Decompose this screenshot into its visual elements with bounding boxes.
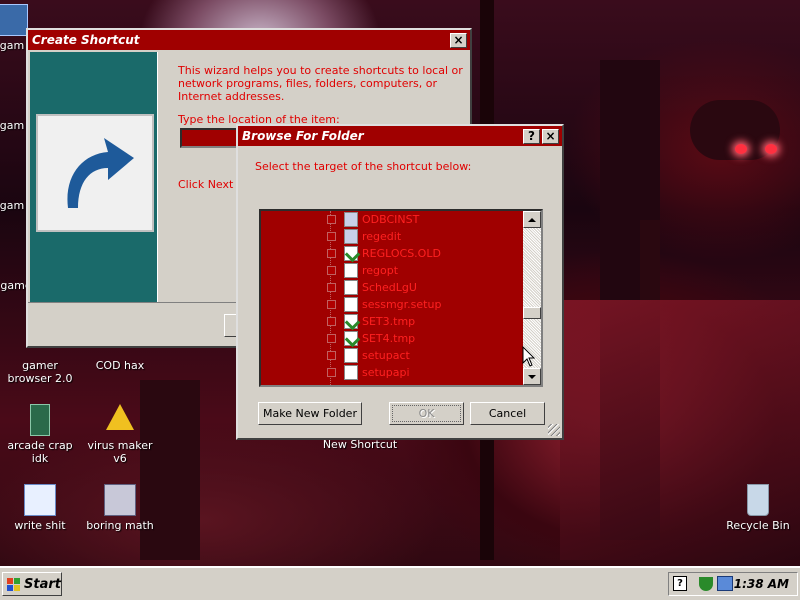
desktop-icon-label: gamer browser 2.0 (7, 359, 73, 385)
help-button[interactable]: ? (523, 128, 540, 144)
chevron-down-icon (528, 374, 536, 379)
browse-prompt: Select the target of the shortcut below: (255, 160, 472, 173)
settings-file-icon (344, 212, 358, 227)
expand-icon (327, 266, 336, 275)
warning-icon (106, 404, 134, 430)
expand-icon (327, 232, 336, 241)
checked-file-icon (344, 246, 358, 261)
desktop-icon-label: Recycle Bin (726, 519, 790, 532)
book-icon (30, 404, 50, 436)
scroll-thumb[interactable] (523, 307, 541, 319)
desktop-icon-label: write shit (14, 519, 66, 532)
folder-tree[interactable]: ODBCINST regedit REGLOCS.OLD regopt Sche… (259, 209, 543, 387)
shortcut-arrow-icon (36, 114, 154, 232)
document-icon (344, 297, 358, 312)
list-item-label: SET3.tmp (362, 315, 416, 328)
document-icon (344, 280, 358, 295)
help-icon: ? (677, 578, 683, 589)
desktop-icon-label: gam (0, 199, 25, 212)
taskbar: Start ? 1:38 AM (0, 566, 800, 600)
list-item-label: sessmgr.setup (362, 298, 442, 311)
list-item[interactable]: regedit (327, 228, 401, 245)
scroll-up-button[interactable] (523, 211, 541, 228)
mouse-cursor-icon (522, 346, 536, 367)
desktop-icon-label: gam (0, 119, 25, 132)
desktop-icon-label: arcade crap idk (7, 439, 73, 465)
expand-icon (327, 249, 336, 258)
system-tray: ? 1:38 AM (668, 572, 798, 596)
list-item-label: setupact (362, 349, 410, 362)
expand-icon (327, 334, 336, 343)
list-item[interactable]: setupact (327, 347, 410, 364)
wizard-intro: This wizard helps you to create shortcut… (178, 64, 463, 103)
list-item-label: ODBCINST (362, 213, 420, 226)
list-item-label: SET4.tmp (362, 332, 416, 345)
desktop-icon-recycle-bin[interactable]: Recycle Bin (718, 484, 798, 532)
calculator-icon (104, 484, 136, 516)
folder-icon (0, 4, 28, 36)
list-item[interactable]: ODBCINST (327, 211, 419, 228)
document-icon (344, 348, 358, 363)
expand-icon (327, 215, 336, 224)
list-item[interactable]: sessmgr.setup (327, 296, 441, 313)
list-item[interactable]: SET3.tmp (327, 313, 415, 330)
resize-grip-icon[interactable] (548, 424, 560, 436)
list-item[interactable]: REGLOCS.OLD (327, 245, 441, 262)
help-tray-button[interactable]: ? (673, 576, 687, 591)
start-button[interactable]: Start (2, 572, 62, 596)
wordpad-icon (24, 484, 56, 516)
expand-icon (327, 300, 336, 309)
list-item-label: regopt (362, 264, 399, 277)
desktop-icon-label: gam (0, 39, 25, 52)
regedit-icon (344, 229, 358, 244)
browse-folder-title: Browse For Folder (242, 129, 364, 143)
expand-icon (327, 351, 336, 360)
location-input[interactable] (180, 128, 240, 148)
expand-icon (327, 317, 336, 326)
network-icon[interactable] (717, 576, 733, 591)
desktop-icon-label: COD hax (95, 359, 145, 372)
create-shortcut-titlebar[interactable]: Create Shortcut × (28, 30, 470, 50)
create-shortcut-title: Create Shortcut (32, 33, 140, 47)
tree-items: ODBCINST regedit REGLOCS.OLD regopt Sche… (261, 211, 523, 385)
clock[interactable]: 1:38 AM (734, 577, 789, 591)
close-icon: × (545, 129, 556, 143)
checked-file-icon (344, 314, 358, 329)
desktop-icon-write-shit[interactable]: write shit (0, 484, 80, 532)
cancel-button[interactable]: Cancel (470, 402, 545, 425)
browse-folder-window: Browse For Folder ? × Select the target … (236, 124, 564, 440)
desktop-icon-arcade-crap[interactable]: arcade crap idk (0, 404, 80, 465)
windows-logo-icon (7, 577, 20, 591)
chevron-up-icon (528, 217, 536, 222)
browse-folder-titlebar[interactable]: Browse For Folder ? × (238, 126, 562, 146)
list-item[interactable]: SchedLgU (327, 279, 417, 296)
start-label: Start (24, 576, 61, 592)
list-item[interactable]: SET4.tmp (327, 330, 415, 347)
list-item-label: REGLOCS.OLD (362, 247, 441, 260)
close-icon: × (453, 33, 464, 47)
list-item-label: setupapi (362, 366, 410, 379)
close-button[interactable]: × (450, 32, 467, 48)
list-item[interactable]: regopt (327, 262, 398, 279)
scroll-down-button[interactable] (523, 368, 541, 385)
list-item-label: regedit (362, 230, 402, 243)
checked-file-icon (344, 331, 358, 346)
ok-button[interactable]: OK (389, 402, 464, 425)
desktop-icon-label: boring math (86, 519, 154, 532)
document-icon (344, 263, 358, 278)
close-button[interactable]: × (542, 128, 559, 144)
desktop-icon-boring-math[interactable]: boring math (80, 484, 160, 532)
desktop-icon-virus-maker[interactable]: virus maker v6 (80, 404, 160, 465)
expand-icon (327, 283, 336, 292)
list-item-label: SchedLgU (362, 281, 417, 294)
expand-icon (327, 368, 336, 377)
wizard-banner (30, 52, 158, 302)
document-icon (344, 365, 358, 380)
security-shield-icon[interactable] (699, 577, 713, 591)
make-new-folder-button[interactable]: Make New Folder (258, 402, 362, 425)
help-icon: ? (528, 129, 535, 143)
list-item[interactable]: setupapi (327, 364, 410, 381)
desktop-icon-label: virus maker v6 (87, 439, 153, 465)
recycle-bin-icon (747, 484, 769, 516)
